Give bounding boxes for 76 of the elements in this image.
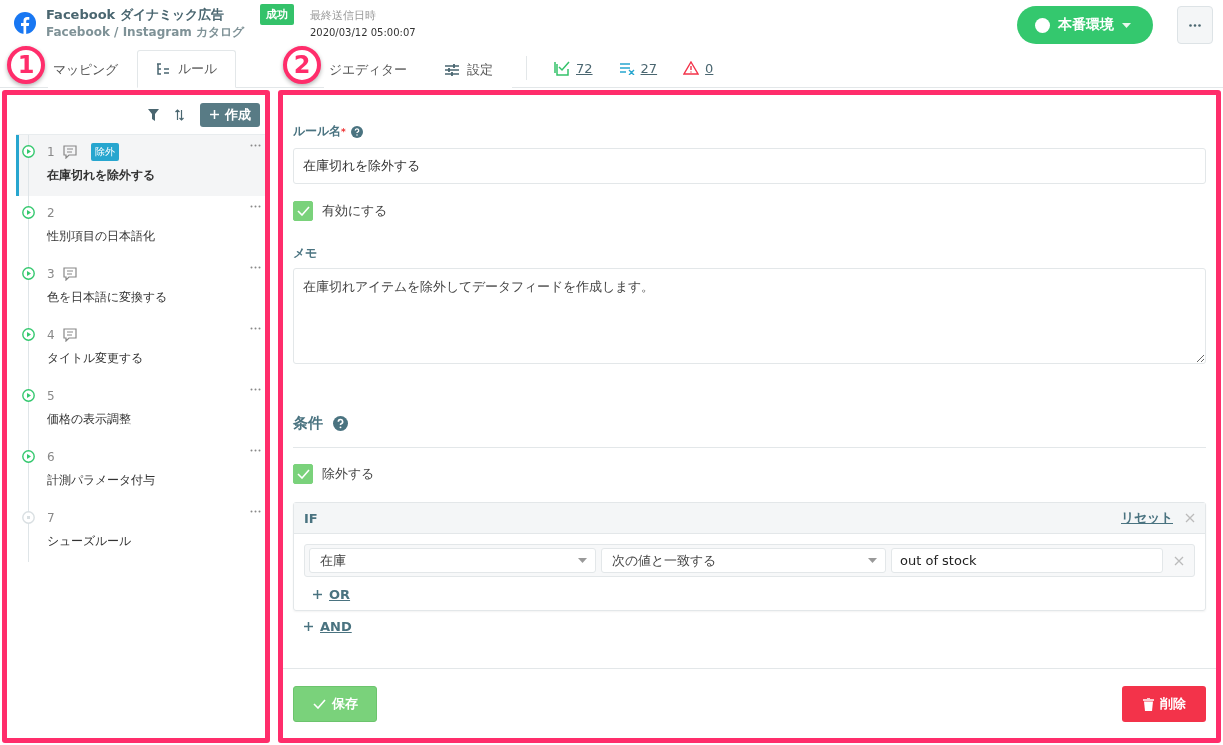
trash-icon (1142, 697, 1154, 711)
sort-icon[interactable] (175, 108, 184, 121)
counter-link[interactable]: 27 (605, 49, 671, 87)
rule-title: 色を日本語に変換する (47, 289, 168, 306)
rule-title: 在庫切れを除外する (47, 167, 156, 184)
rule-title: タイトル変更する (47, 350, 144, 367)
condition-title: IF (304, 510, 319, 526)
check-icon (296, 206, 310, 216)
checkbox-label: 除外する (322, 465, 374, 483)
plus-icon (303, 621, 314, 632)
close-icon[interactable] (1185, 513, 1195, 523)
more-icon[interactable] (250, 388, 261, 391)
operator-select[interactable]: 次の値と一致する (601, 548, 886, 573)
counter-link[interactable]: 0 (670, 49, 727, 87)
app-subtitle: Facebook / Instagram カタログ (46, 23, 244, 41)
help-icon (350, 125, 363, 138)
counter-link[interactable]: 72 (541, 49, 606, 87)
add-and-link[interactable]: AND (320, 619, 352, 634)
rule-number: 5 (47, 389, 55, 403)
rule-title: シューズルール (47, 533, 132, 550)
field-label: ルール名 (293, 123, 341, 140)
checkbox[interactable] (293, 201, 313, 221)
rule-tag: 除外 (90, 143, 119, 161)
caret-icon (868, 558, 877, 563)
plus-icon (209, 109, 220, 120)
more-icon[interactable] (250, 266, 261, 269)
rule-item[interactable]: 1 除外 在庫切れを除外する (16, 135, 265, 196)
rule-title: 価格の表示調整 (47, 411, 132, 428)
checkbox[interactable] (293, 464, 313, 484)
tab[interactable]: ルール (137, 50, 236, 88)
delete-button[interactable]: 削除 (1122, 686, 1206, 722)
check-icon (312, 699, 326, 709)
rule-name-field[interactable]: 在庫切れを除外する (293, 148, 1206, 184)
checkbox-label: 有効にする (322, 202, 387, 220)
status-badge: 成功 (259, 4, 294, 25)
rule-number: 7 (47, 511, 55, 525)
value-field[interactable]: out of stock (891, 548, 1163, 573)
plus-icon (312, 589, 323, 600)
rule-number: 4 (47, 328, 55, 342)
more-icon[interactable] (250, 144, 261, 147)
create-button[interactable]: 作成 (200, 102, 260, 127)
rule-number: 6 (47, 450, 55, 464)
section-title: 条件 (293, 414, 323, 433)
callout-number: 2 (283, 46, 321, 84)
rule-number: 1 (47, 145, 55, 159)
warning-icon (683, 61, 700, 75)
more-icon[interactable] (250, 510, 261, 513)
field-label: メモ (293, 245, 317, 262)
reset-link[interactable]: リセット (1121, 509, 1173, 527)
filter-icon[interactable] (148, 108, 159, 121)
required-mark: * (341, 126, 346, 137)
caret-icon (1122, 22, 1131, 28)
check-icon (296, 469, 310, 479)
sliders-icon (445, 63, 459, 76)
rule-number: 2 (47, 206, 55, 220)
facebook-logo-icon (14, 12, 36, 34)
rule-title: 性別項目の日本語化 (47, 228, 156, 245)
help-icon (333, 416, 348, 431)
more-icon (1189, 23, 1201, 27)
more-icon[interactable] (250, 327, 261, 330)
last-sent-time: 2020/03/12 05:00:07 (309, 27, 416, 38)
more-icon[interactable] (250, 205, 261, 208)
callout-number: 1 (7, 46, 45, 84)
more-icon[interactable] (250, 449, 261, 452)
app-title: Facebook ダイナミック広告 (46, 5, 225, 24)
list-remove-icon (618, 61, 635, 75)
add-or-link[interactable]: OR (329, 587, 351, 602)
field-select[interactable]: 在庫 (309, 548, 596, 573)
rule-number: 3 (47, 267, 55, 281)
close-icon[interactable] (1174, 555, 1184, 566)
checklist-icon (554, 60, 570, 76)
memo-field[interactable]: 在庫切れアイテムを除外してデータフィードを作成します。 (293, 268, 1206, 364)
rule-title: 計測パラメータ付与 (47, 472, 156, 489)
caret-icon (578, 558, 587, 563)
last-sent-label: 最終送信日時 (309, 8, 377, 23)
tree-icon (156, 63, 170, 75)
